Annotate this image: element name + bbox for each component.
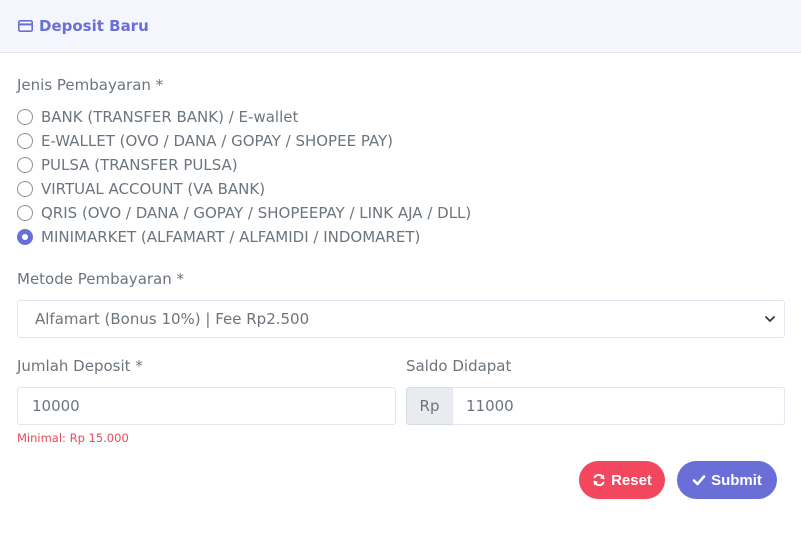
form-actions: Reset Submit [579,461,777,499]
jumlah-deposit-label: Jumlah Deposit * [17,357,143,375]
saldo-input-group: Rp 11000 [406,387,785,425]
currency-prefix: Rp [406,387,452,425]
radio-button[interactable] [17,157,33,173]
refresh-icon [592,473,606,487]
metode-selected-value: Alfamart (Bonus 10%) | Fee Rp2.500 [35,310,310,328]
payment-type-label[interactable]: PULSA (TRANSFER PULSA) [41,156,238,174]
payment-type-option[interactable]: VIRTUAL ACCOUNT (VA BANK) [17,177,784,201]
saldo-didapat-input[interactable]: 11000 [452,387,785,425]
payment-type-option[interactable]: E-WALLET (OVO / DANA / GOPAY / SHOPEE PA… [17,129,784,153]
payment-type-group: BANK (TRANSFER BANK) / E-wallet E-WALLET… [17,105,784,249]
payment-type-label[interactable]: MINIMARKET (ALFAMART / ALFAMIDI / INDOMA… [41,228,420,246]
jumlah-deposit-column: Jumlah Deposit * 10000 Minimal: Rp 15.00… [17,356,396,445]
saldo-didapat-value: 11000 [466,397,514,415]
radio-button[interactable] [17,109,33,125]
radio-button-checked[interactable] [17,229,33,245]
payment-type-option[interactable]: QRIS (OVO / DANA / GOPAY / SHOPEEPAY / L… [17,201,784,225]
jenis-pembayaran-label: Jenis Pembayaran * [17,76,164,94]
amount-row: Jumlah Deposit * 10000 Minimal: Rp 15.00… [17,356,785,445]
deposit-card: Deposit Baru Jenis Pembayaran * BANK (TR… [0,0,801,534]
credit-card-icon [18,20,33,32]
form-body: Jenis Pembayaran * BANK (TRANSFER BANK) … [0,53,801,445]
payment-type-option[interactable]: BANK (TRANSFER BANK) / E-wallet [17,105,784,129]
check-icon [692,473,706,487]
submit-button[interactable]: Submit [677,461,777,499]
saldo-didapat-column: Saldo Didapat Rp 11000 [406,356,785,445]
minimum-hint: Minimal: Rp 15.000 [17,431,129,445]
payment-type-option[interactable]: MINIMARKET (ALFAMART / ALFAMIDI / INDOMA… [17,225,784,249]
reset-button-label: Reset [611,471,652,489]
metode-pembayaran-select[interactable]: Alfamart (Bonus 10%) | Fee Rp2.500 [17,300,785,338]
chevron-down-icon [764,313,776,325]
jumlah-deposit-input[interactable]: 10000 [17,387,396,425]
metode-pembayaran-label: Metode Pembayaran * [17,270,185,288]
payment-type-label[interactable]: QRIS (OVO / DANA / GOPAY / SHOPEEPAY / L… [41,204,471,222]
reset-button[interactable]: Reset [579,461,665,499]
submit-button-label: Submit [711,471,762,489]
jumlah-deposit-value: 10000 [32,397,80,415]
card-header: Deposit Baru [0,0,801,53]
payment-type-label[interactable]: E-WALLET (OVO / DANA / GOPAY / SHOPEE PA… [41,132,393,150]
payment-type-label[interactable]: VIRTUAL ACCOUNT (VA BANK) [41,180,265,198]
payment-type-option[interactable]: PULSA (TRANSFER PULSA) [17,153,784,177]
payment-type-label[interactable]: BANK (TRANSFER BANK) / E-wallet [41,108,298,126]
saldo-didapat-label: Saldo Didapat [406,357,512,375]
page-title: Deposit Baru [39,17,149,35]
radio-button[interactable] [17,205,33,221]
radio-button[interactable] [17,133,33,149]
radio-button[interactable] [17,181,33,197]
